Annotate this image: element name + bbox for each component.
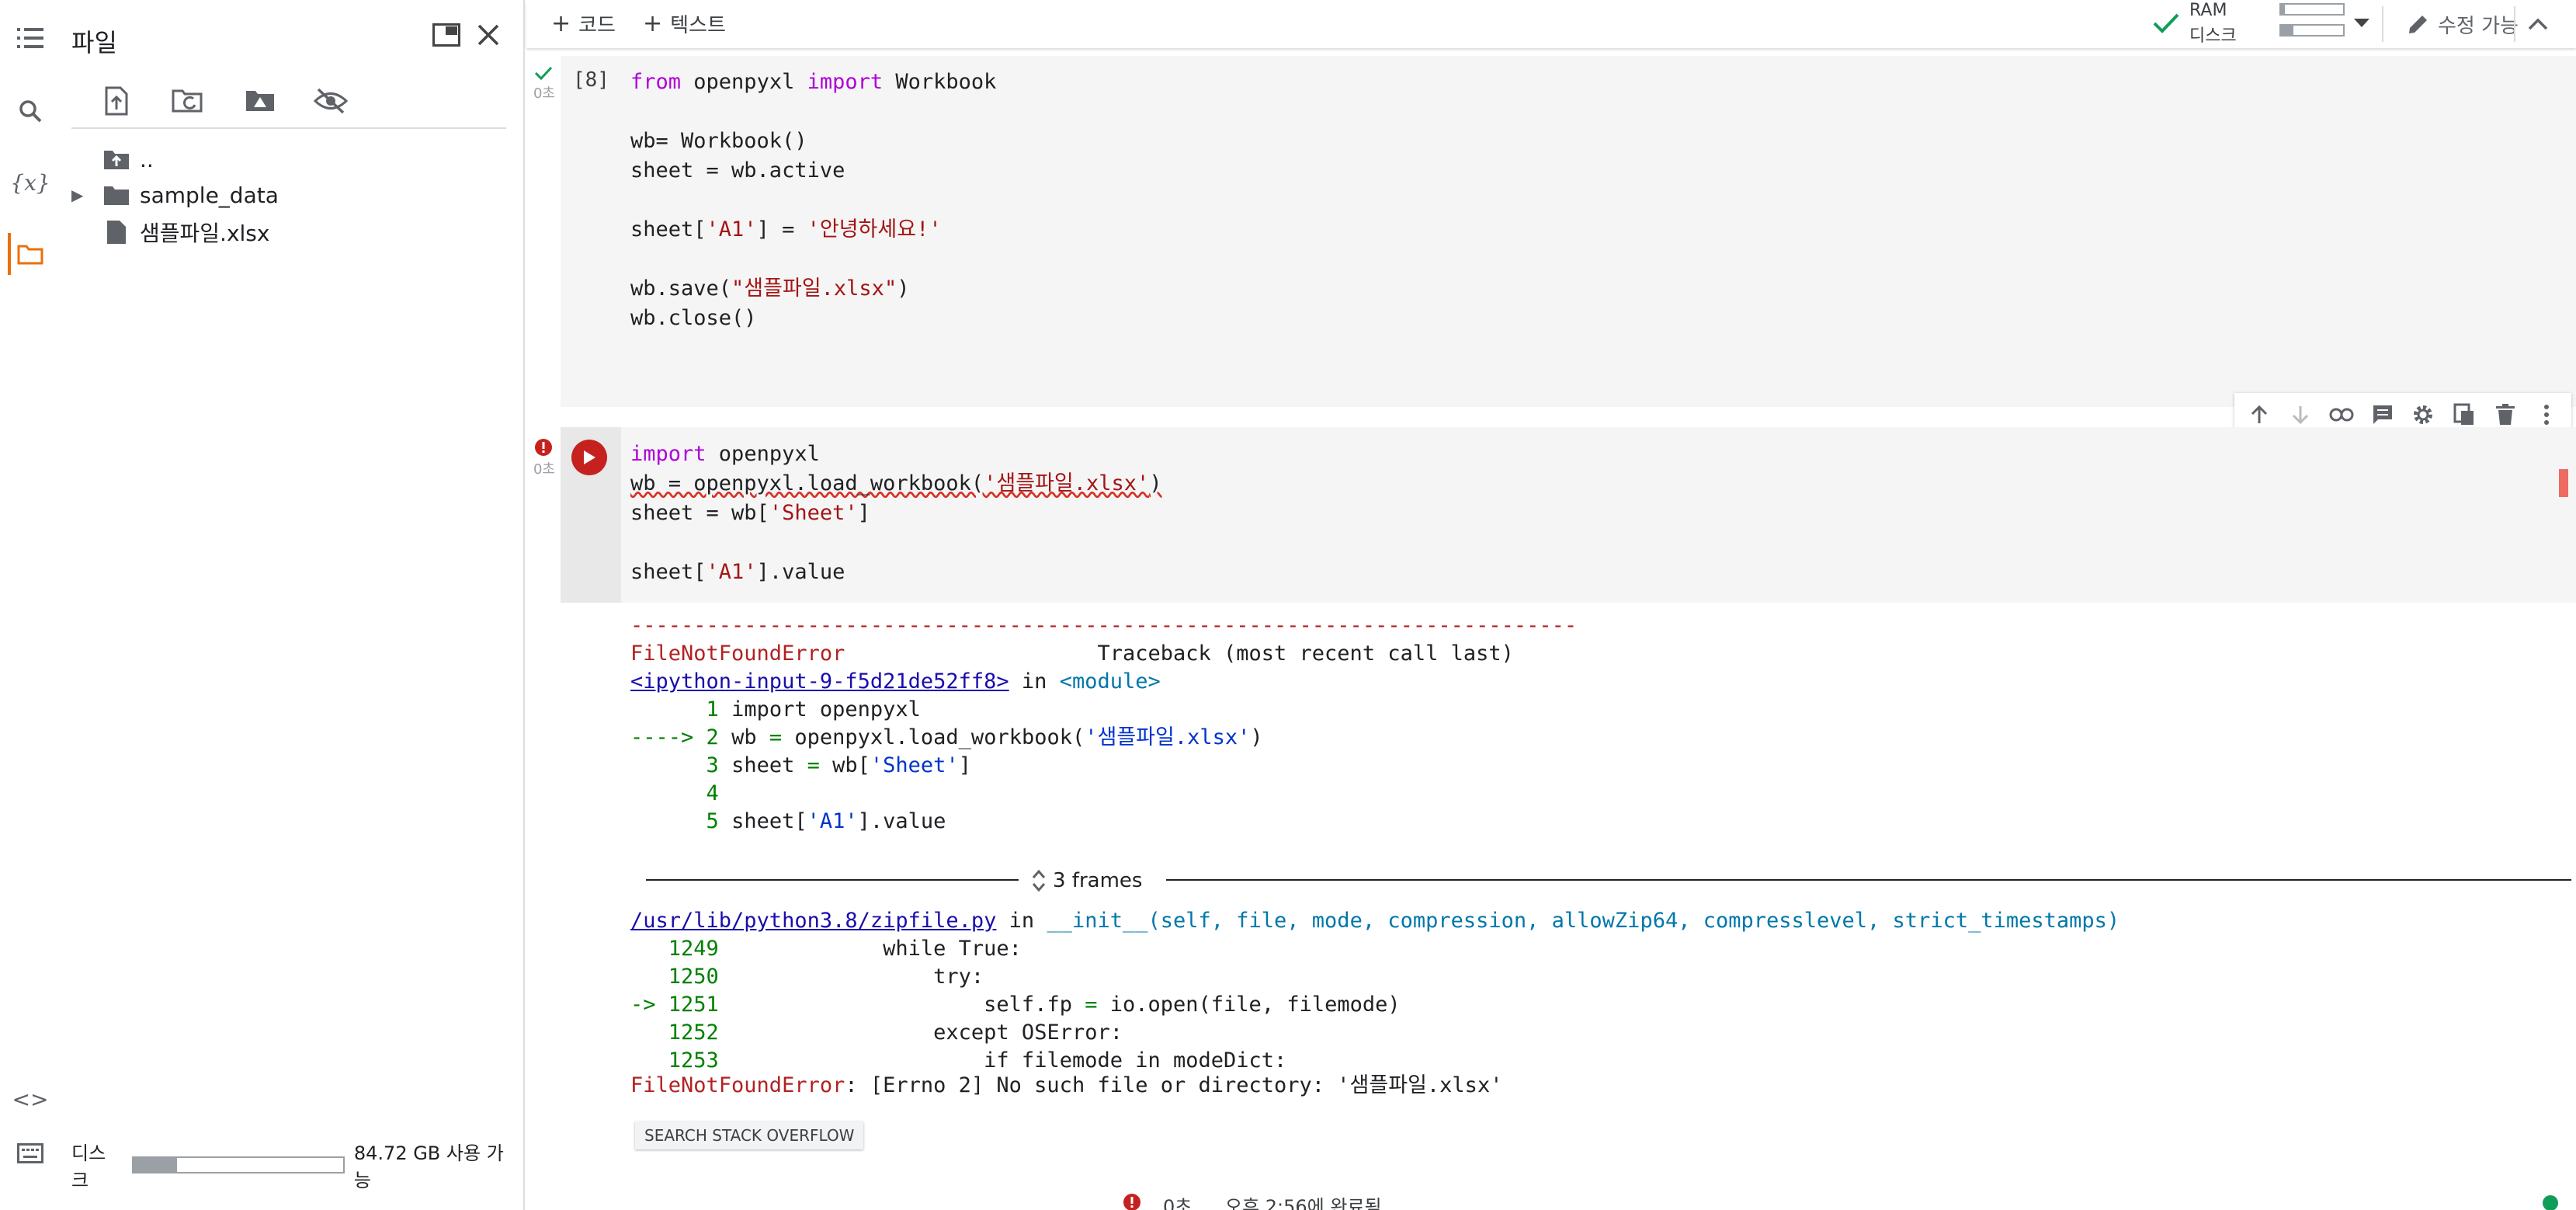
upload-file-icon[interactable] (95, 79, 138, 123)
pencil-icon (2409, 16, 2427, 33)
mount-drive-icon[interactable] (239, 79, 283, 123)
play-icon (584, 450, 595, 464)
terminal-keyboard-icon[interactable] (9, 1132, 51, 1174)
hide-files-icon[interactable] (309, 79, 352, 123)
edit-mode-button[interactable]: 수정 가능 (2382, 6, 2519, 42)
ram-bar (2279, 3, 2345, 16)
file-icon (101, 217, 132, 248)
traceback-header: ----------------------------------------… (630, 614, 1578, 694)
tree-item-label: 샘플파일.xlsx (140, 221, 270, 246)
frames-divider-right (1166, 879, 2571, 881)
collapse-header-button[interactable] (2514, 6, 2560, 42)
disk-label: 디스크 (2189, 26, 2237, 46)
zipfile-lines: 1249 while True: 1250 try: -> 1251 self.f… (630, 935, 1401, 1075)
code-line: sheet = wb.active (630, 158, 845, 183)
traceback-line: 3 sheet = wb['Sheet'] (706, 753, 971, 777)
chevron-up-icon (2528, 18, 2548, 30)
notebook-area: 0초 [8] from openpyxl import Workbook wb=… (526, 48, 2576, 1187)
code-cell-1[interactable]: [8] from openpyxl import Workbook wb= Wo… (561, 56, 2576, 407)
resources-indicator[interactable]: RAM 디스크 (2130, 0, 2369, 48)
cell1-exec-count: [8] (573, 68, 609, 92)
traceback-line: -> 1251 self.fp = io.open(file, filemode… (630, 993, 1401, 1017)
zipfile-frame-header: /usr/lib/python3.8/zipfile.py in __init_… (630, 909, 2120, 933)
disk-bar (2279, 24, 2345, 37)
ram-fill (2281, 5, 2285, 14)
connected-check-icon (2153, 13, 2179, 33)
add-code-button[interactable]: + 코드 (551, 6, 616, 40)
cell2-output: ----------------------------------------… (561, 603, 2576, 1187)
code-line: import openpyxl (630, 442, 820, 466)
code-line: sheet = wb['Sheet'] (630, 501, 870, 525)
traceback-lines: 1 import openpyxl ----> 2 wb = openpyxl.l… (630, 696, 1263, 836)
zipfile-link[interactable]: /usr/lib/python3.8/zipfile.py (630, 909, 996, 933)
disk-usage-bar (131, 1156, 345, 1173)
notebook-toolbar: + 코드 + 텍스트 RAM 디스크 수정 가능 (526, 0, 2576, 48)
tree-item-label: .. (140, 146, 154, 172)
code-line: sheet['A1'].value (630, 560, 845, 584)
close-panel-icon[interactable] (469, 17, 508, 53)
status-completed: 오후 2:56에 완료됨 (1225, 1196, 1382, 1210)
expand-caret-icon[interactable]: ▶ (71, 186, 87, 204)
status-bar: 0초 오후 2:56에 완료됨 (526, 1187, 2576, 1210)
traceback-line: 1252 except OSError: (668, 1021, 1123, 1045)
cell2-code[interactable]: import openpyxl wb = openpyxl.load_workb… (630, 440, 1162, 587)
error-icon (535, 439, 552, 456)
code-line: sheet['A1'] = '안녕하세요!' (630, 217, 942, 242)
files-toolbar (71, 75, 506, 129)
final-error-line: FileNotFoundError: [Errno 2] No such fil… (630, 1073, 1503, 1097)
cell2-exec-time: 0초 (533, 461, 555, 478)
scrollbar-error-marker (2559, 469, 2568, 497)
add-text-button[interactable]: + 텍스트 (643, 6, 726, 40)
disk-usage: 디스크 84.72 GB 사용 가능 (71, 1142, 514, 1191)
code-cell-2[interactable]: import openpyxl wb = openpyxl.load_workb… (561, 427, 2576, 603)
code-line: wb.close() (630, 306, 757, 330)
plus-icon: + (643, 9, 663, 37)
code-line: wb = openpyxl.load_workbook('샘플파일.xlsx') (630, 471, 1162, 495)
table-of-contents-icon[interactable] (9, 17, 51, 59)
connection-status-icon (2543, 1195, 2558, 1210)
tree-item-label: sample_data (140, 182, 279, 208)
code-snippets-icon[interactable]: <> (9, 1078, 51, 1120)
files-panel-title: 파일 (71, 28, 117, 57)
files-panel: 파일 .. ▶ sample_data 샘플파일.xlsx 디스크 84.72 … (61, 0, 525, 1210)
refresh-folder-icon[interactable] (166, 79, 210, 123)
cell1-exec-time: 0초 (533, 85, 555, 102)
traceback-line: 4 (706, 781, 732, 805)
ipython-input-link[interactable]: <ipython-input-9-f5d21de52ff8> (630, 669, 1009, 694)
search-icon[interactable] (9, 90, 51, 132)
expand-collapse-icon (1032, 869, 1046, 892)
traceback-line: 1250 try: (668, 965, 984, 989)
code-line: wb= Workbook() (630, 129, 807, 153)
variables-icon[interactable]: {x} (9, 162, 51, 203)
code-line: wb.save("샘플파일.xlsx") (630, 276, 910, 301)
disk-label: 디스크 (71, 1142, 106, 1191)
status-error-icon (1123, 1194, 1140, 1210)
disk-fill (2281, 26, 2293, 35)
cell1-code[interactable]: from openpyxl import Workbook wb= Workbo… (630, 68, 996, 333)
plus-icon: + (551, 9, 571, 37)
chevron-down-icon[interactable] (2354, 19, 2369, 28)
folder-icon (101, 179, 132, 210)
disk-available: 84.72 GB 사용 가능 (353, 1142, 504, 1191)
folder-upload-icon (101, 144, 132, 175)
code-line: from openpyxl import Workbook (630, 70, 997, 94)
success-check-icon (534, 66, 553, 81)
run-cell-button[interactable] (571, 440, 607, 475)
files-folder-icon[interactable] (8, 233, 50, 275)
traceback-line: 1249 while True: (668, 937, 1022, 961)
traceback-line: 1 import openpyxl (706, 697, 921, 721)
ram-label: RAM (2189, 1, 2227, 20)
frames-divider-left (646, 879, 1019, 881)
status-elapsed: 0초 (1163, 1196, 1193, 1210)
traceback-line: 1253 if filemode in modeDict: (668, 1048, 1287, 1073)
open-in-tab-icon[interactable] (427, 17, 466, 53)
search-stack-overflow-button[interactable]: SEARCH STACK OVERFLOW (635, 1121, 864, 1149)
traceback-line: ----> 2 wb = openpyxl.load_workbook('샘플파… (630, 725, 1263, 749)
left-rail: {x} <> (0, 0, 61, 1210)
disk-usage-fill (133, 1158, 178, 1172)
traceback-line: 5 sheet['A1'].value (706, 809, 946, 833)
frames-toggle[interactable]: 3 frames (1031, 865, 1142, 896)
